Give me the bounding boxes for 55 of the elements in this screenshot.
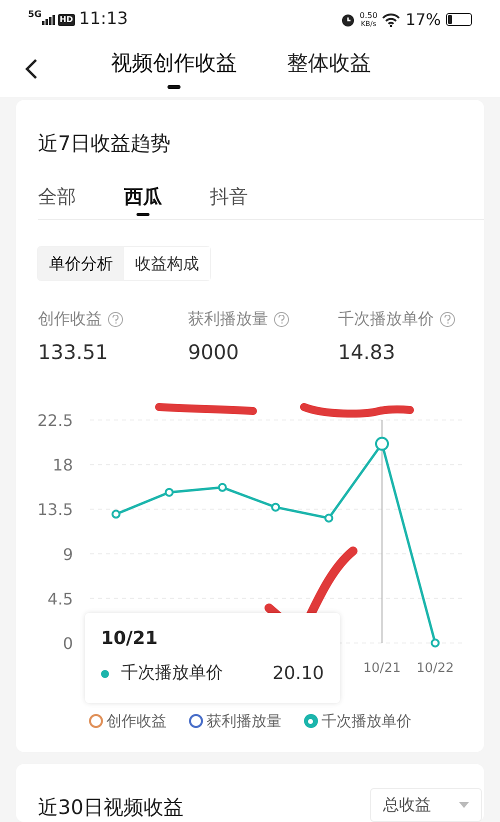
help-icon[interactable] [274,312,289,327]
y-axis-label: 4.5 [48,590,73,609]
data-point [112,510,120,519]
platform-tab[interactable]: 抖音 [210,182,248,212]
clock-time: 11:13 [79,8,128,32]
alarm-icon [340,12,355,27]
battery-icon [446,13,472,26]
network-label: 5G [28,9,42,22]
dropdown[interactable]: 总收益 [370,788,482,822]
tooltip-date: 10/21 [101,627,159,652]
metric-value: 14.83 [338,339,396,366]
header-tab[interactable]: 视频创作收益 [111,48,237,90]
segment-button[interactable]: 单价分析 [38,247,124,280]
metric-value: 133.51 [38,339,109,366]
y-axis-label: 18 [52,456,73,475]
legend-marker-icon [188,714,202,728]
y-axis-label: 9 [62,545,73,564]
help-icon[interactable] [440,312,455,327]
card-title: 近30日视频收益 [38,794,184,822]
x-axis-label: 10/22 [416,661,454,676]
x-axis-label: 10/21 [363,661,401,676]
legend-item[interactable]: 创作收益 [88,710,166,733]
help-icon[interactable] [108,312,123,327]
metric-label: 获利播放量 [188,308,268,330]
legend-label: 获利播放量 [206,711,282,732]
legend-item[interactable]: 获利播放量 [188,710,282,733]
metric-value: 9000 [188,339,240,366]
legend-item[interactable]: 千次播放单价 [304,710,412,733]
battery-percent: 17% [405,8,441,31]
data-point [375,437,389,452]
tooltip-series-name: 千次播放单价 [121,662,223,685]
card-title: 近7日收益趋势 [38,130,172,158]
speed-value: 0.50 [360,12,378,20]
data-point [164,488,174,498]
data-point [271,502,280,512]
signal-icon [42,14,56,25]
y-axis-label: 0 [62,634,73,654]
legend-label: 创作收益 [106,711,166,732]
tooltip-value: 20.10 [272,662,324,686]
hd-badge: HD [58,14,75,26]
y-axis-label: 22.5 [37,411,73,430]
y-axis-label: 13.5 [37,500,73,520]
metric-label: 千次播放单价 [338,308,434,330]
data-point [324,514,334,523]
wifi-icon [382,12,400,27]
back-icon[interactable] [24,58,38,80]
legend-marker-icon [88,714,102,728]
header-tab[interactable]: 整体收益 [287,48,371,90]
metric-label: 创作收益 [38,308,102,330]
caret-icon [459,802,469,808]
legend-label: 千次播放单价 [322,711,412,732]
platform-tab[interactable]: 全部 [38,182,76,212]
data-point [430,638,440,648]
legend-marker-icon [304,714,318,728]
data-point [218,483,227,492]
